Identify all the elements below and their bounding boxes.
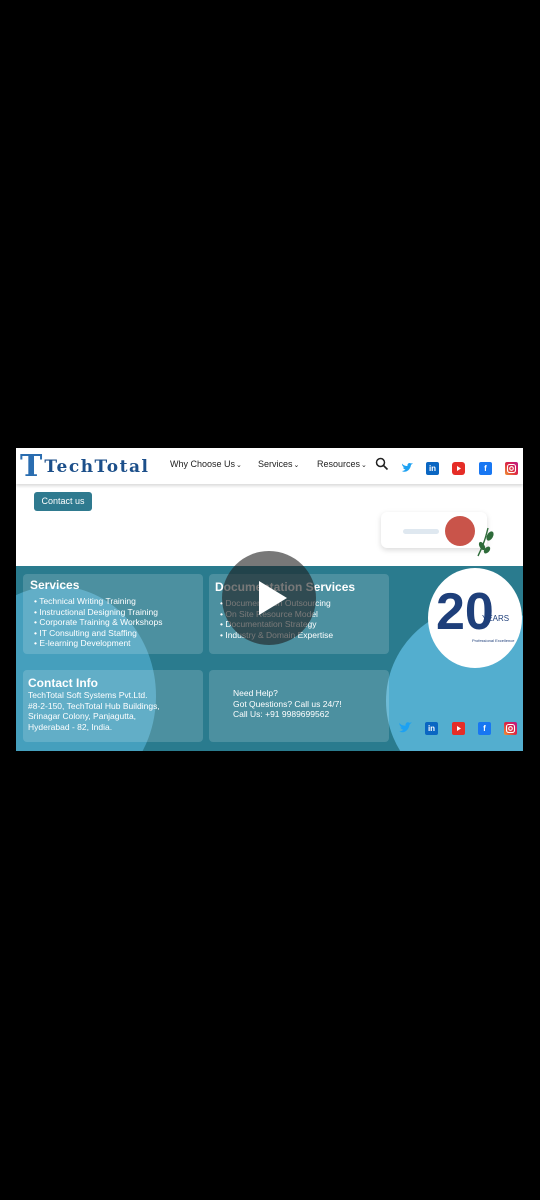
list-item[interactable]: Technical Writing Training — [34, 596, 163, 607]
linkedin-icon[interactable]: in — [426, 462, 439, 475]
logo-letter: T — [20, 449, 43, 484]
help-line: Need Help? — [233, 688, 278, 698]
address-line: TechTotal Soft Systems Pvt.Ltd. — [28, 690, 148, 700]
nav-why-choose-us[interactable]: Why Choose Us⌄ — [170, 459, 242, 469]
list-item[interactable]: Corporate Training & Workshops — [34, 617, 162, 628]
site-header: T TechTotal Why Choose Us⌄ Services⌄ Res… — [16, 448, 523, 484]
search-icon[interactable] — [375, 457, 389, 471]
list-item[interactable]: Instructional Designing Training — [34, 607, 163, 618]
logo-text: TechTotal — [44, 457, 150, 477]
chevron-down-icon: ⌄ — [361, 462, 367, 469]
twenty-years-badge: 20 YEARS Professional Excellence — [428, 568, 522, 668]
nav-label: Why Choose Us — [170, 459, 236, 469]
play-button[interactable] — [222, 551, 316, 645]
help-line: Got Questions? Call us 24/7! — [233, 698, 342, 709]
leaf-decoration-icon — [477, 527, 494, 557]
instagram-icon[interactable] — [504, 722, 517, 735]
badge-caption: Professional Excellence — [472, 638, 515, 643]
linkedin-icon[interactable]: in — [425, 722, 438, 735]
card-image — [445, 516, 475, 546]
list-item[interactable]: E-learning Development — [34, 638, 163, 649]
contact-info-title: Contact Info — [28, 676, 98, 690]
help-text: Need Help? Got Questions? Call us 24/7! … — [233, 688, 342, 720]
card-bar — [403, 529, 439, 534]
nav-services[interactable]: Services⌄ — [258, 459, 299, 469]
techtotal-logo[interactable]: T TechTotal — [20, 452, 149, 482]
video-player[interactable]: T TechTotal Why Choose Us⌄ Services⌄ Res… — [16, 448, 523, 751]
youtube-icon[interactable] — [452, 722, 465, 735]
help-line[interactable]: Call Us: +91 9989699562 — [233, 709, 342, 720]
address-line: Srinagar Colony, Panjagutta, — [28, 711, 137, 721]
address-line: #8-2-150, TechTotal Hub Buildings, — [28, 700, 160, 711]
twitter-icon[interactable] — [397, 720, 413, 736]
facebook-icon[interactable]: f — [478, 722, 491, 735]
youtube-icon[interactable] — [452, 462, 465, 475]
nav-label: Services — [258, 459, 293, 469]
list-item[interactable]: IT Consulting and Staffing — [34, 628, 163, 639]
play-icon — [259, 581, 287, 615]
badge-number: 20 — [436, 583, 494, 641]
facebook-icon[interactable]: f — [479, 462, 492, 475]
chevron-down-icon: ⌄ — [236, 462, 242, 469]
hero-card — [381, 512, 487, 548]
services-list: Technical Writing Training Instructional… — [34, 596, 163, 649]
twitter-icon[interactable] — [400, 461, 414, 475]
badge-word: YEARS — [482, 614, 510, 623]
instagram-icon[interactable] — [505, 462, 518, 475]
nav-label: Resources — [317, 459, 361, 469]
nav-resources[interactable]: Resources⌄ — [317, 459, 367, 469]
chevron-down-icon: ⌄ — [293, 462, 300, 469]
address-line: Hyderabad - 82, India. — [28, 721, 113, 732]
contact-us-button[interactable]: Contact us — [34, 492, 92, 511]
services-title: Services — [30, 578, 80, 592]
contact-address: TechTotal Soft Systems Pvt.Ltd. #8-2-150… — [28, 690, 160, 732]
